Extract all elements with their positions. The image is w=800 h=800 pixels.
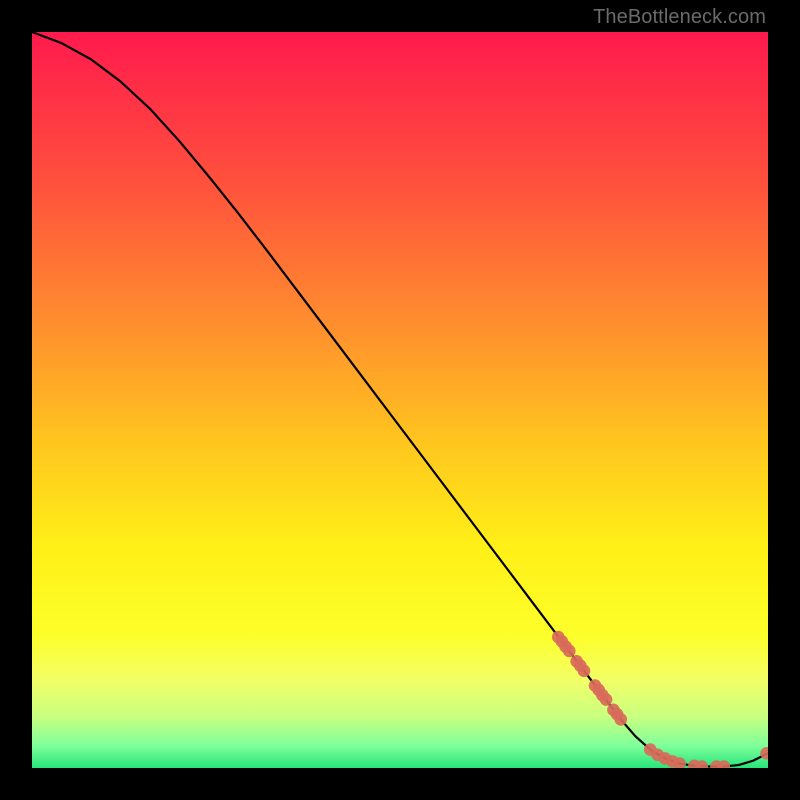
chart-plot [32,32,768,768]
chart-background [32,32,768,768]
chart-frame: TheBottleneck.com [32,32,768,768]
chart-marker [563,645,576,658]
chart-marker [615,713,628,726]
chart-marker [578,665,591,678]
chart-marker [600,693,613,706]
watermark-label: TheBottleneck.com [593,6,766,29]
